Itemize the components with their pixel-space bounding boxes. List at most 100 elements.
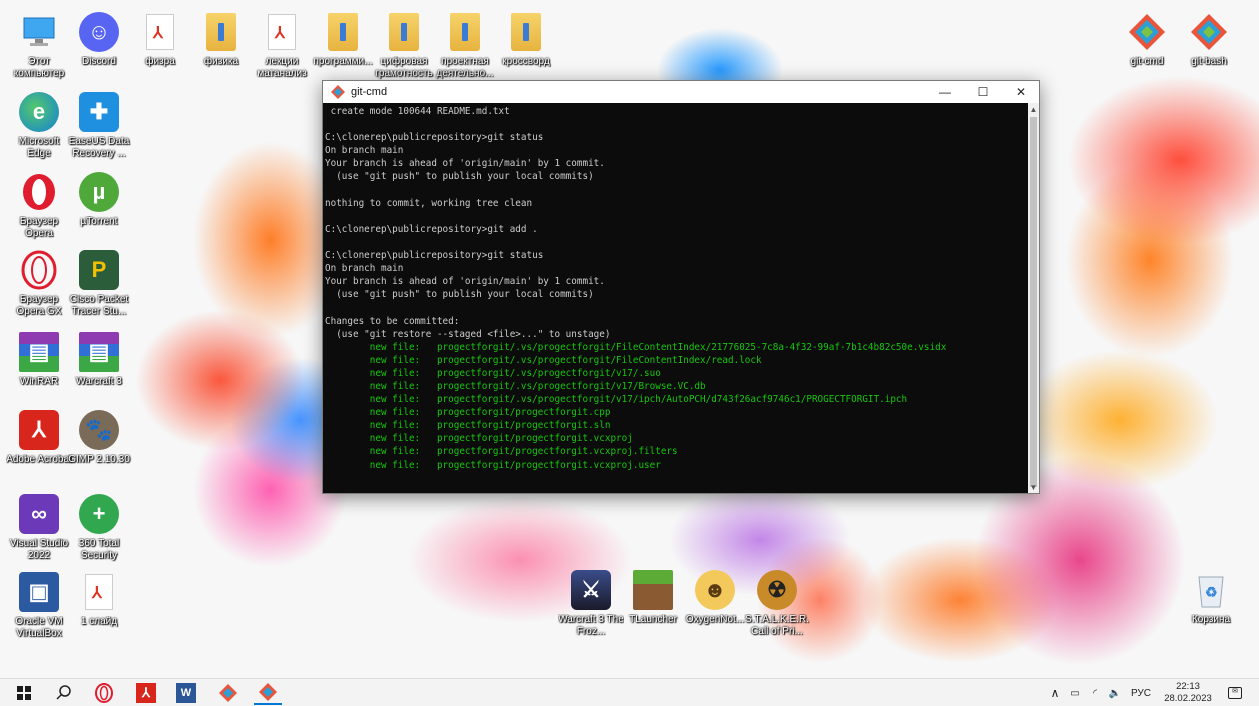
desktop-icon-git-cmd[interactable]: git-cmd [1114,12,1180,68]
desktop-icon-git-bash[interactable]: git-bash [1176,12,1242,68]
language-indicator[interactable]: РУС [1128,679,1154,706]
shield-plus-icon: + [79,494,119,534]
show-hidden-icons-chevron-up-icon[interactable]: ∧ [1046,679,1064,706]
console-line: (use "git push" to publish your local co… [325,289,594,301]
git-icon [259,683,277,701]
taskbar-git-1[interactable] [214,681,242,705]
taskbar: ⅄ W ∧ ▭ ◜ 🔈 РУС 22:13 28.02.2023 ✉ [0,678,1259,706]
taskbar-opera-gx[interactable] [90,681,118,705]
desktop-icon-cifrovaya[interactable]: цифровая грамотность [371,12,437,80]
packet-tracer-icon: P [79,250,119,290]
search-icon [56,685,71,700]
console-line: create mode 100644 README.md.txt [325,106,510,117]
console-line: (use "git restore --staged <file>..." to… [325,328,611,340]
desktop-icon-stalker[interactable]: ☢ S.T.A.L.K.E.R. Call of Pri... [744,570,810,638]
desktop-icon-label: Microsoft Edge [18,136,60,159]
opera-gx-icon [95,683,113,703]
svg-text:♻: ♻ [1205,584,1218,600]
taskbar-acrobat[interactable]: ⅄ [132,681,160,705]
gimp-icon: 🐾 [79,410,119,450]
desktop-icon-label: µTorrent [80,216,118,227]
desktop-icon-visual-studio[interactable]: ∞ Visual Studio 2022 [6,494,72,562]
desktop-icon-opera[interactable]: Браузер Opera [6,172,72,240]
scrollbar-thumb[interactable] [1030,117,1037,487]
radiation-icon: ☢ [757,570,797,610]
desktop-icon-krossvord[interactable]: кроссворд [493,12,559,68]
clock-time: 22:13 [1176,681,1200,692]
taskbar-word[interactable]: W [172,681,200,705]
desktop-icon-360-total-security[interactable]: + 360 Total Security [66,494,132,562]
clock-date: 28.02.2023 [1164,693,1212,704]
desktop-icon-fizra[interactable]: физра [127,12,193,68]
desktop-icon-gimp[interactable]: 🐾 GIMP 2.10.30 [66,410,132,466]
search-button[interactable] [50,681,78,705]
vertical-scrollbar[interactable]: ▲ ▼ [1028,103,1039,493]
start-button[interactable] [10,681,38,705]
desktop-icon-oxygen[interactable]: ☻ OxygenNot... [682,570,748,626]
taskbar-git-cmd[interactable] [254,681,282,705]
desktop-icon-label: лекции матанализ [257,56,307,79]
desktop-icon-warcraft-froz[interactable]: ⚔ Warcraft 3 The Froz... [558,570,624,638]
desktop-icon-label: WinRAR [19,376,59,387]
desktop-icon-edge[interactable]: e Microsoft Edge [6,92,72,160]
opera-icon [19,172,59,212]
desktop-icon-programm[interactable]: программи... [310,12,376,68]
desktop-icon-winrar[interactable]: ▤ WinRAR [6,332,72,388]
battery-icon[interactable]: ▭ [1066,679,1084,706]
desktop-icon-recycle-bin[interactable]: ♻ Корзина [1178,570,1244,626]
console-line: new file: progectforgit/.vs/progectforgi… [325,354,762,366]
desktop-icon-label: Warcraft 3 The Froz... [558,614,624,637]
utorrent-icon: µ [79,172,119,212]
desktop-icon-opera-gx[interactable]: Браузер Opera GX [6,250,72,318]
desktop-icon-label: Cisco Packet Tracer Stu... [69,294,129,317]
edge-icon: e [19,92,59,132]
minimize-button[interactable]: — [927,81,963,103]
git-icon [331,85,345,99]
desktop-icon-fizika[interactable]: физика [188,12,254,68]
notifications-icon[interactable]: ✉ [1222,679,1248,706]
volume-icon[interactable]: 🔈 [1106,679,1124,706]
close-button[interactable]: ✕ [1003,81,1039,103]
desktop-icon-easeus[interactable]: ✚ EaseUS Data Recovery ... [66,92,132,160]
virtualbox-icon: ▣ [19,572,59,612]
desktop-icon-discord[interactable]: ☺ Discord [66,12,132,68]
wifi-icon[interactable]: ◜ [1086,679,1104,706]
computer-icon [19,12,59,52]
desktop-icon-utorrent[interactable]: µ µTorrent [66,172,132,228]
window-titlebar[interactable]: git-cmd — ☐ ✕ [323,81,1039,103]
desktop-icon-warcraft3[interactable]: ▤ Warcraft 3 [66,332,132,388]
maximize-button[interactable]: ☐ [965,81,1001,103]
clock[interactable]: 22:13 28.02.2023 [1160,680,1216,706]
word-icon: W [176,683,196,703]
pdf-document-icon [140,12,180,52]
desktop-icon-this-pc[interactable]: Этот компьютер [6,12,72,80]
desktop-icon-label: цифровая грамотность [375,56,433,79]
desktop-icon-lekcii[interactable]: лекции матанализ [249,12,315,80]
desktop-icon-tlauncher[interactable]: TLauncher [620,570,686,626]
desktop-icon-virtualbox[interactable]: ▣ Oracle VM VirtualBox [6,572,72,640]
desktop-icon-label: Adobe Acrobat [6,454,72,465]
scroll-down-arrow-icon[interactable]: ▼ [1028,481,1039,493]
folder-icon [201,12,241,52]
winrar-archive-icon: ▤ [79,332,119,372]
console-output[interactable]: create mode 100644 README.md.txt C:\clone… [323,103,1028,493]
console-line: new file: progectforgit/progectforgit.cp… [325,407,611,419]
desktop-icon-label: Visual Studio 2022 [9,538,69,561]
desktop-icon-proektnaya[interactable]: проектная деятельно... [432,12,498,80]
visual-studio-icon: ∞ [19,494,59,534]
desktop-icon-1-slide[interactable]: 1 слайд [66,572,132,628]
console-line: new file: progectforgit/progectforgit.sl… [325,420,611,432]
console-line: nothing to commit, working tree clean [325,197,533,209]
git-cmd-window[interactable]: git-cmd — ☐ ✕ create mode 100644 README.… [322,80,1040,494]
pdf-document-icon [79,572,119,612]
console-line: C:\clonerep\publicrepository>git status [325,250,544,262]
desktop-icon-label: физра [145,56,175,67]
desktop-icon-acrobat[interactable]: ⅄ Adobe Acrobat [6,410,72,466]
minecraft-block-icon [633,570,673,610]
desktop-icon-cisco[interactable]: P Cisco Packet Tracer Stu... [66,250,132,318]
desktop-icon-label: EaseUS Data Recovery ... [68,136,130,159]
scroll-up-arrow-icon[interactable]: ▲ [1028,103,1039,115]
desktop-icon-label: S.T.A.L.K.E.R. Call of Pri... [745,614,809,637]
